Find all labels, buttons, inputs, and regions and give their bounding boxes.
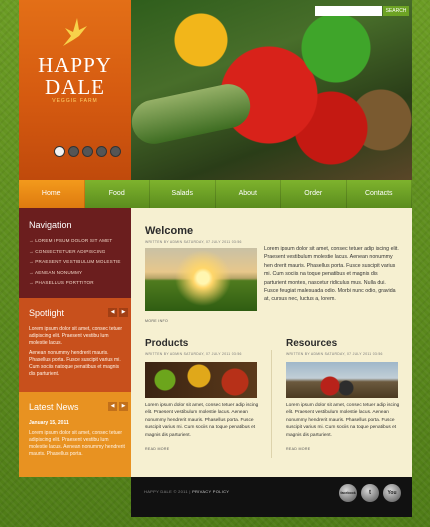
news-date: January 15, 2011 (29, 420, 69, 426)
resources-tractor-image (286, 362, 398, 398)
spotlight-text-1: Lorem ipsum dolor sit amet, consec tetue… (29, 326, 123, 346)
resources-title: Resources (286, 338, 338, 349)
slider-dot[interactable] (82, 146, 93, 157)
twitter-label: t (369, 490, 371, 496)
welcome-meta: WRITTEN BY ADMIN SATURDAY, 07 JULY 2011 … (145, 240, 242, 244)
zucchini-shape (127, 80, 255, 148)
prev-arrow-icon[interactable]: ◀ (108, 308, 117, 317)
slider-pagination (54, 146, 121, 157)
products-title: Products (145, 338, 189, 349)
more-info-link[interactable]: MORE INFO (145, 319, 168, 323)
footer-copyright: HAPPY DALE © 2011 | PRIVACY POLICY (144, 489, 229, 494)
nav-item-home[interactable]: Home (19, 180, 85, 208)
hero-slideshow-image (127, 0, 412, 180)
privacy-policy-link[interactable]: PRIVACY POLICY (192, 489, 229, 494)
welcome-title: Welcome (145, 225, 194, 237)
sidebar-link[interactable]: → PHASELLUS PORTTITOR (29, 278, 121, 289)
sidebar-navigation-list: → LOREM IPSUM DOLOR SIT AMET → CONSECTET… (29, 236, 121, 289)
sidebar-link-label: CONSECTETUER ADIPISCING (35, 248, 106, 254)
resources-text: Lorem ipsum dolor sit amet, consec tetue… (286, 403, 400, 438)
slider-dot[interactable] (96, 146, 107, 157)
logo-title-line2: DALE (45, 75, 105, 99)
spotlight-text-2: Aenean nonummy hendrerit mauris. Phasell… (29, 350, 121, 377)
sidebar-navigation-title: Navigation (29, 220, 72, 230)
sidebar-navigation-box: Navigation → LOREM IPSUM DOLOR SIT AMET … (19, 208, 131, 298)
slider-dot[interactable] (54, 146, 65, 157)
footer: HAPPY DALE © 2011 | PRIVACY POLICY faceb… (131, 477, 412, 517)
header: HAPPY DALE VEGGIE FARM SEARCH (19, 0, 412, 180)
sidebar-news-title: Latest News (29, 402, 79, 412)
search-button[interactable]: SEARCH (383, 6, 409, 16)
next-arrow-icon[interactable]: ▶ (119, 402, 128, 411)
sidebar-link[interactable]: → AENEAN NONUMMY (29, 268, 121, 279)
facebook-label: facebook (340, 491, 356, 495)
main-content: Welcome WRITTEN BY ADMIN SATURDAY, 07 JU… (131, 208, 412, 477)
logo-title-line1: HAPPY (38, 53, 112, 77)
resources-meta: WRITTEN BY ADMIN SATURDAY, 07 JULY 2011 … (286, 352, 383, 356)
welcome-field-image (145, 248, 257, 311)
dove-logo-icon (63, 18, 87, 46)
spotlight-arrows: ◀ ▶ (108, 308, 128, 317)
twitter-icon[interactable]: t (361, 484, 379, 502)
products-meta: WRITTEN BY ADMIN SATURDAY, 07 JULY 2011 … (145, 352, 242, 356)
slider-dot[interactable] (68, 146, 79, 157)
sidebar-link[interactable]: → CONSECTETUER ADIPISCING (29, 247, 121, 258)
youtube-label: You (387, 490, 397, 496)
sidebar-news-box: Latest News ◀ ▶ January 15, 2011 Lorem i… (19, 392, 131, 477)
products-vegetables-image (145, 362, 257, 398)
nav-item-order[interactable]: Order (281, 180, 347, 208)
nav-item-about[interactable]: About (216, 180, 281, 208)
resources-read-more-link[interactable]: READ MORE (286, 447, 310, 451)
next-arrow-icon[interactable]: ▶ (119, 308, 128, 317)
copyright-text: HAPPY DALE © 2011 | (144, 489, 191, 494)
news-text: Lorem ipsum dolor sit amet, consec tetue… (29, 430, 125, 457)
page-wrapper: HAPPY DALE VEGGIE FARM SEARCH Home Food … (19, 0, 412, 527)
logo-subtitle: VEGGIE FARM (52, 98, 98, 104)
products-text: Lorem ipsum dolor sit amet, consec tetue… (145, 403, 259, 438)
nav-item-food[interactable]: Food (85, 180, 150, 208)
news-arrows: ◀ ▶ (108, 402, 128, 411)
sidebar-spotlight-title: Spotlight (29, 308, 65, 318)
sidebar-spotlight-box: Spotlight ◀ ▶ Lorem ipsum dolor sit amet… (19, 298, 131, 392)
sidebar: Navigation → LOREM IPSUM DOLOR SIT AMET … (19, 208, 131, 477)
products-read-more-link[interactable]: READ MORE (145, 447, 169, 451)
main-navigation: Home Food Salads About Order Contacts (19, 180, 412, 208)
sidebar-link-label: LOREM IPSUM DOLOR SIT AMET (35, 238, 113, 243)
nav-item-contacts[interactable]: Contacts (347, 180, 412, 208)
sidebar-link-label: PHASELLUS PORTTITOR (35, 280, 94, 285)
youtube-icon[interactable]: You (383, 484, 401, 502)
sidebar-link-label: PRAESENT VESTIBULUM MOLESTIE (35, 259, 121, 264)
facebook-icon[interactable]: facebook (339, 484, 357, 502)
welcome-text: Lorem ipsum dolor sit amet, consec tetue… (264, 246, 399, 303)
slider-dot[interactable] (110, 146, 121, 157)
logo-title: HAPPY DALE (27, 54, 123, 98)
sidebar-link[interactable]: → LOREM IPSUM DOLOR SIT AMET (29, 236, 121, 247)
prev-arrow-icon[interactable]: ◀ (108, 402, 117, 411)
sidebar-link-label: AENEAN NONUMMY (35, 269, 83, 275)
nav-item-salads[interactable]: Salads (150, 180, 216, 208)
search-input[interactable] (315, 6, 382, 16)
column-divider (271, 350, 272, 458)
sidebar-link[interactable]: → PRAESENT VESTIBULUM MOLESTIE (29, 257, 121, 268)
